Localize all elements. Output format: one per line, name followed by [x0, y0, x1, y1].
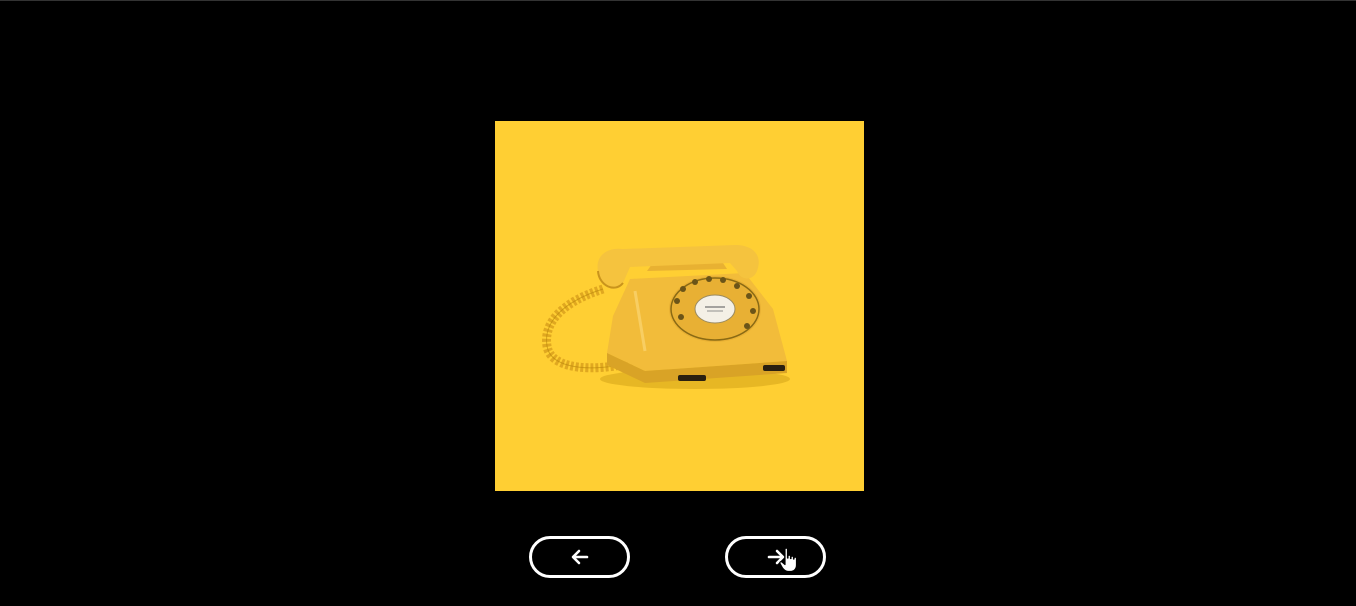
previous-button[interactable] — [529, 536, 630, 578]
slider-stage — [0, 0, 1356, 606]
yellow-telephone-illustration — [495, 121, 864, 491]
arrow-right-icon — [767, 549, 784, 565]
arrow-left-icon — [571, 549, 588, 565]
slide-image — [495, 121, 864, 491]
next-button[interactable] — [725, 536, 826, 578]
